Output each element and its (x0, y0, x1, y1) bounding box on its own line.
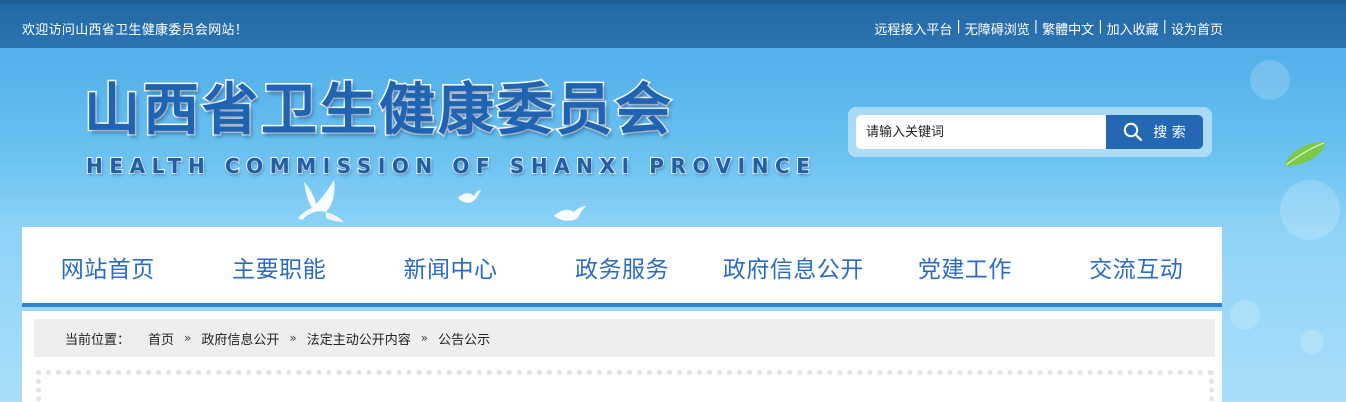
content-area: 当前位置： 首页 » 政府信息公开 » 法定主动公开内容 » 公告公示 (22, 311, 1222, 402)
welcome-text: 欢迎访问山西省卫生健康委员会网站！ (22, 23, 249, 38)
site-title-cn: 山西省卫生健康委员会 (83, 77, 674, 145)
breadcrumb-item-home[interactable]: 首页 (148, 329, 174, 348)
breadcrumb-item-announcements[interactable]: 公告公示 (438, 329, 490, 348)
background-bokeh (1250, 60, 1290, 100)
remote-access-link[interactable]: 远程接入平台 (874, 19, 952, 38)
breadcrumb-separator: » (289, 331, 297, 345)
search-button-label: 搜 索 (1153, 125, 1186, 141)
search-box: 搜 索 (848, 107, 1212, 157)
content-frame (36, 370, 1214, 402)
nav-item-disclosure[interactable]: 政府信息公开 (708, 227, 879, 307)
background-bokeh (1280, 180, 1340, 240)
accessibility-link[interactable]: 无障碍浏览 (965, 19, 1030, 38)
traditional-chinese-link[interactable]: 繁體中文 (1042, 19, 1094, 38)
search-input[interactable] (856, 115, 1114, 149)
link-separator: | (1098, 19, 1103, 34)
set-homepage-link[interactable]: 设为首页 (1171, 19, 1223, 38)
top-links: 远程接入平台 | 无障碍浏览 | 繁體中文 | 加入收藏 | 设为首页 (874, 19, 1223, 38)
link-separator: | (1162, 19, 1167, 34)
breadcrumb-separator: » (184, 331, 192, 345)
breadcrumb-item-statutory[interactable]: 法定主动公开内容 (307, 329, 411, 348)
site-title-en: HEALTH COMMISSION OF SHANXI PROVINCE (85, 153, 817, 179)
nav-item-services[interactable]: 政务服务 (536, 227, 707, 307)
leaf-icon (1284, 142, 1326, 166)
link-separator: | (1033, 19, 1039, 34)
nav-item-home[interactable]: 网站首页 (22, 227, 193, 307)
nav-item-interaction[interactable]: 交流互动 (1051, 227, 1222, 307)
top-bar: 欢迎访问山西省卫生健康委员会网站！ 远程接入平台 | 无障碍浏览 | 繁體中文 … (0, 0, 1346, 48)
breadcrumb-label: 当前位置： (65, 332, 131, 348)
nav-item-functions[interactable]: 主要职能 (193, 227, 364, 307)
background-bokeh (1300, 330, 1324, 354)
dove-icon (554, 206, 586, 221)
breadcrumb: 当前位置： 首页 » 政府信息公开 » 法定主动公开内容 » 公告公示 (34, 319, 1215, 357)
link-separator: | (956, 19, 961, 34)
search-button[interactable]: 搜 索 (1106, 115, 1203, 149)
breadcrumb-item-disclosure[interactable]: 政府信息公开 (201, 329, 279, 348)
background-bokeh (1230, 300, 1260, 330)
nav-item-party[interactable]: 党建工作 (879, 227, 1050, 307)
breadcrumb-separator: » (420, 331, 429, 345)
search-icon (1124, 122, 1143, 142)
add-favorite-link[interactable]: 加入收藏 (1107, 19, 1159, 38)
nav-item-news[interactable]: 新闻中心 (365, 227, 536, 307)
dove-icon (298, 180, 344, 222)
main-nav: 网站首页 主要职能 新闻中心 政务服务 政府信息公开 党建工作 交流互动 (22, 227, 1222, 307)
dove-icon (458, 190, 481, 203)
